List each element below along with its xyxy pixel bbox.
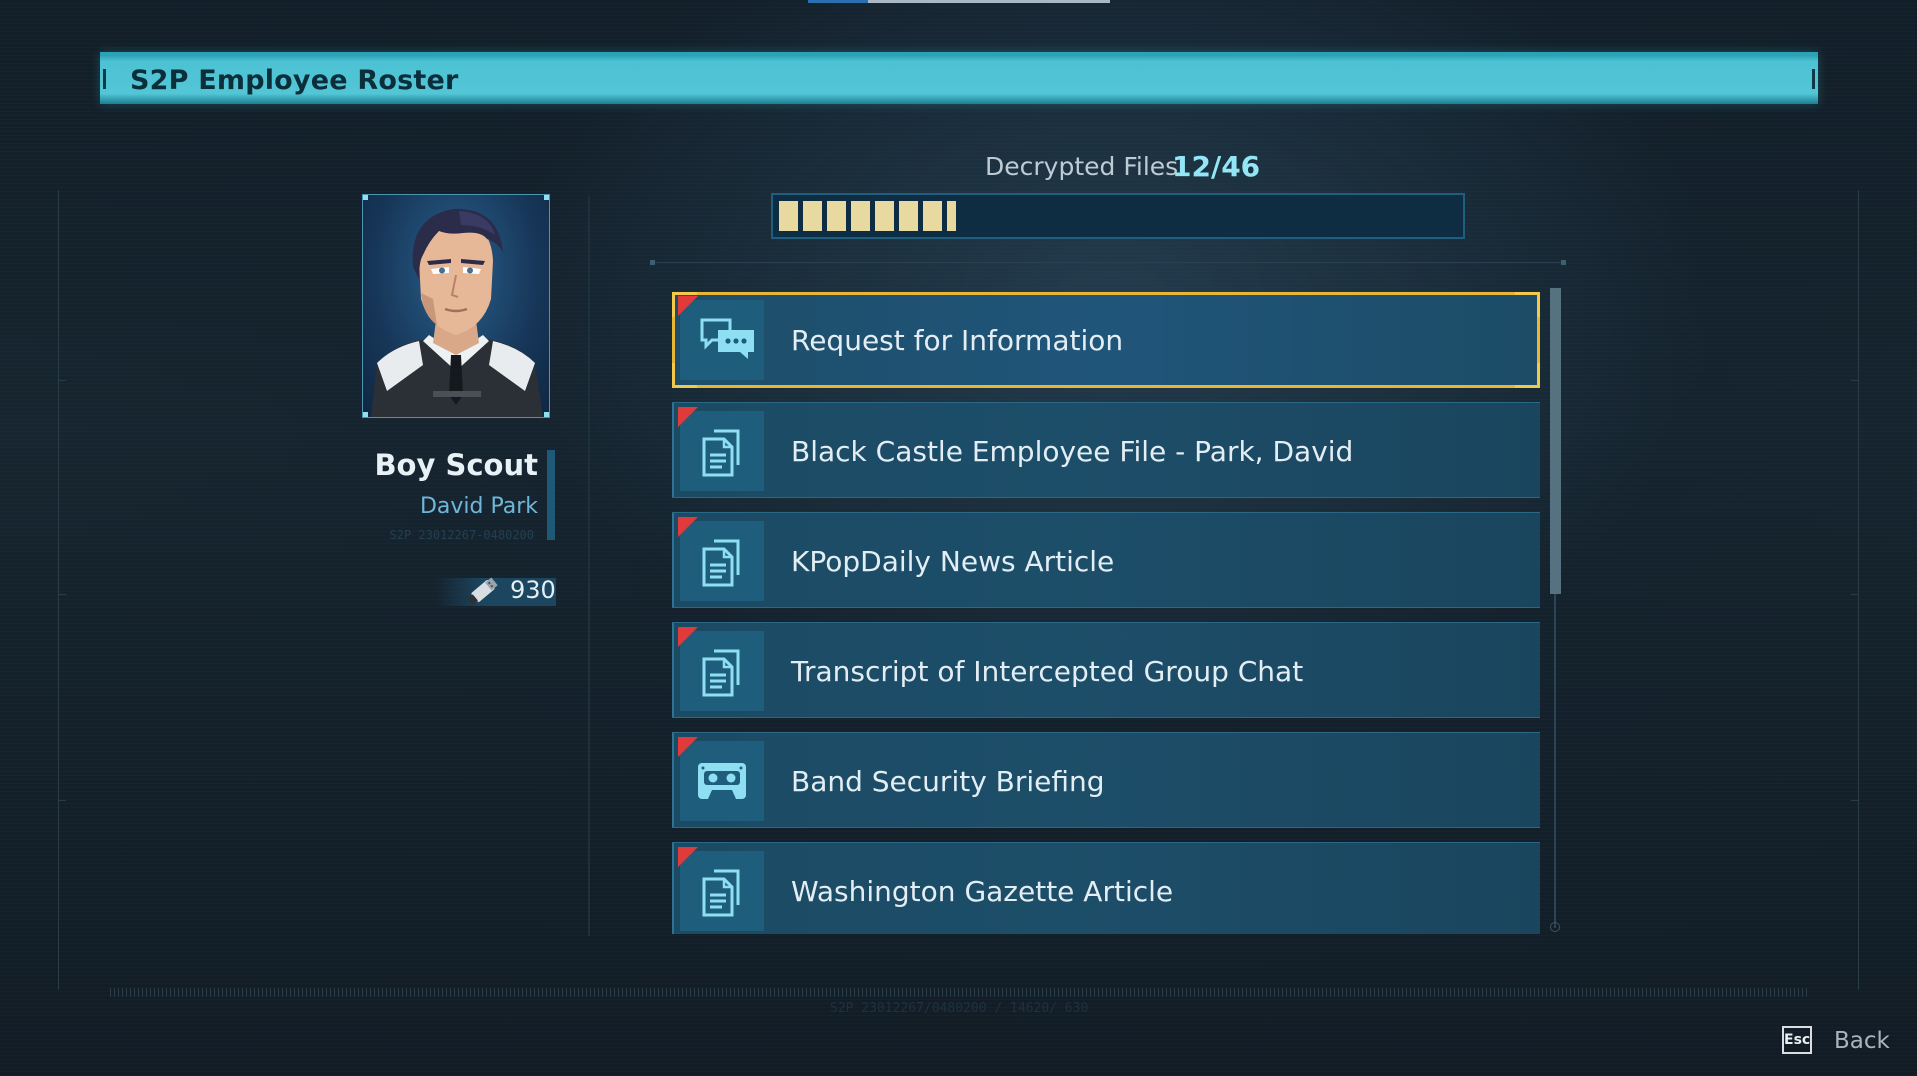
file-item[interactable]: Request for Information (672, 292, 1540, 388)
document-icon (702, 429, 740, 477)
document-icon (702, 539, 740, 587)
progress-segment (803, 201, 822, 231)
cassette-tape-icon (698, 763, 746, 799)
header-tick-left (103, 69, 106, 89)
decrypted-files-count: 12/46 (1172, 150, 1261, 183)
list-rule-dot (1561, 260, 1566, 265)
selection-corner (1515, 363, 1540, 388)
progress-segment (851, 201, 870, 231)
top-tab-indicator-active (808, 0, 868, 3)
frame-tick (1851, 380, 1859, 381)
back-button[interactable]: Back (1834, 1028, 1890, 1054)
footer-code: S2P 23012267/0480200 / 14620/ 630 (830, 1001, 1089, 1016)
character-portrait-image (371, 208, 543, 417)
progress-segment (779, 201, 798, 231)
character-portrait (362, 194, 550, 418)
roster-header: S2P Employee Roster (100, 52, 1818, 104)
header-tick-right (1812, 69, 1815, 89)
file-item-edge (672, 623, 674, 717)
file-title: Washington Gazette Article (791, 875, 1174, 908)
frame-tick (1851, 800, 1859, 801)
file-title: Transcript of Intercepted Group Chat (791, 655, 1304, 688)
document-icon (702, 869, 740, 917)
portrait-corner (544, 195, 549, 200)
file-list: Request for Information Black Castle Emp… (672, 292, 1540, 934)
name-accent-bar (547, 450, 555, 540)
frame-left (58, 190, 62, 990)
portrait-corner (363, 195, 368, 200)
column-divider (588, 196, 590, 936)
new-file-flag (678, 517, 698, 537)
frame-tick (58, 800, 66, 801)
portrait-corner (363, 412, 368, 417)
file-list-scrollbar-end (1550, 922, 1560, 932)
progress-segment (899, 201, 918, 231)
progress-segment (875, 201, 894, 231)
file-item-edge (672, 733, 674, 827)
selection-corner (1515, 292, 1540, 317)
new-file-flag (678, 296, 698, 316)
new-file-flag (678, 737, 698, 757)
decryption-progress-bar (771, 193, 1465, 239)
file-item-edge (672, 403, 674, 497)
usb-drive-icon (467, 577, 498, 605)
file-item[interactable]: Black Castle Employee File - Park, David (672, 402, 1540, 498)
document-icon (702, 649, 740, 697)
currency-value: 930 (510, 576, 556, 604)
new-file-flag (678, 847, 698, 867)
portrait-corner (544, 412, 549, 417)
list-rule-dot (650, 260, 655, 265)
bottom-hatch-decoration (110, 988, 1810, 997)
new-file-flag (678, 407, 698, 427)
character-real-name: David Park (419, 494, 538, 519)
frame-right (1855, 190, 1859, 990)
file-item[interactable]: Transcript of Intercepted Group Chat (672, 622, 1540, 718)
list-top-rule (652, 262, 1564, 263)
top-tab-indicator (868, 0, 1110, 3)
new-file-flag (678, 627, 698, 647)
progress-segment (923, 201, 942, 231)
file-item[interactable]: KPopDaily News Article (672, 512, 1540, 608)
decrypted-files-label: Decrypted Files (985, 152, 1179, 181)
character-alias: Boy Scout (374, 448, 538, 482)
page-title: S2P Employee Roster (130, 65, 459, 96)
frame-tick (58, 380, 66, 381)
file-title: Request for Information (791, 324, 1124, 357)
chat-bubbles-icon (700, 318, 754, 359)
frame-tick (58, 594, 66, 595)
file-item-edge (672, 843, 674, 934)
progress-segment (947, 201, 956, 231)
file-item[interactable]: Band Security Briefing (672, 732, 1540, 828)
file-list-scrollbar-thumb[interactable] (1550, 288, 1561, 594)
file-item[interactable]: Washington Gazette Article (672, 842, 1540, 934)
frame-tick (1851, 594, 1859, 595)
file-title: Black Castle Employee File - Park, David (791, 435, 1354, 468)
file-title: Band Security Briefing (791, 765, 1105, 798)
employee-code: S2P 23012267-0480200 (389, 528, 535, 542)
file-item-edge (672, 513, 674, 607)
file-title: KPopDaily News Article (791, 545, 1115, 578)
progress-segment (827, 201, 846, 231)
esc-key-icon[interactable]: Esc (1782, 1026, 1812, 1054)
